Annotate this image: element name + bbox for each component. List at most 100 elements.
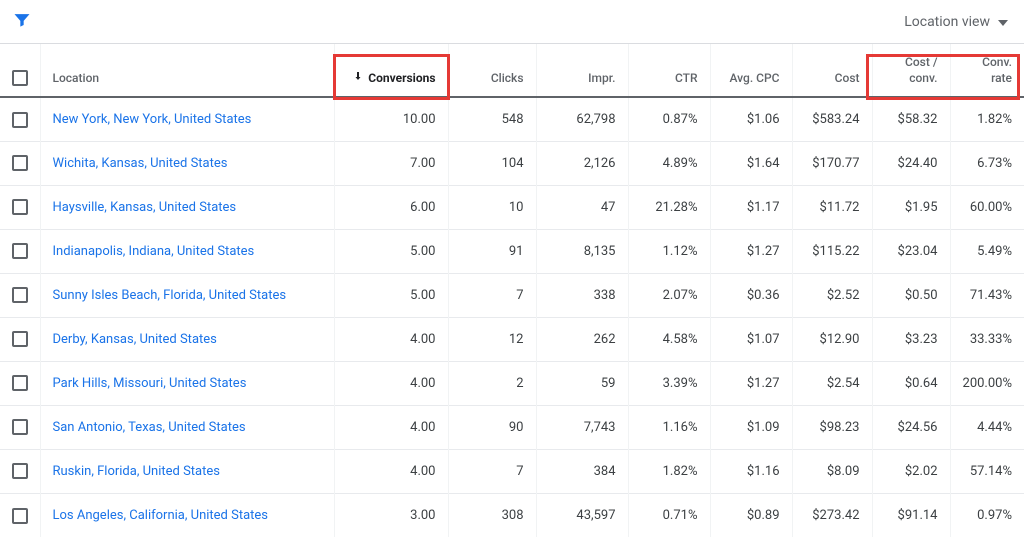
cell-cost-per-conv: $91.14 — [872, 493, 950, 537]
cell-conversions: 5.00 — [334, 229, 448, 273]
cell-ctr: 1.12% — [628, 229, 710, 273]
cell-conv-rate: 5.49% — [950, 229, 1024, 273]
cell-cost: $115.22 — [792, 229, 872, 273]
row-checkbox[interactable] — [12, 375, 28, 391]
location-link[interactable]: Derby, Kansas, United States — [53, 332, 217, 347]
cell-cost: $12.90 — [792, 317, 872, 361]
column-clicks[interactable]: Clicks — [448, 44, 536, 97]
location-link[interactable]: Haysville, Kansas, United States — [53, 200, 237, 215]
row-checkbox[interactable] — [12, 508, 28, 524]
column-conversions[interactable]: Conversions — [334, 44, 448, 97]
column-cost-per-conv[interactable]: Cost / conv. — [872, 44, 950, 97]
cell-ctr: 2.07% — [628, 273, 710, 317]
cell-conv-rate: 60.00% — [950, 185, 1024, 229]
location-link[interactable]: Park Hills, Missouri, United States — [53, 376, 247, 391]
cell-cost: $583.24 — [792, 97, 872, 141]
locations-table: Location Conversions Clicks Impr. CTR Av… — [0, 44, 1024, 537]
cell-avg-cpc: $1.27 — [710, 229, 792, 273]
cell-clicks: 7 — [448, 273, 536, 317]
cell-clicks: 10 — [448, 185, 536, 229]
table-row: Los Angeles, California, United States 3.… — [0, 493, 1024, 537]
row-checkbox[interactable] — [12, 243, 28, 259]
caret-down-icon — [998, 14, 1008, 30]
cell-cost-per-conv: $58.32 — [872, 97, 950, 141]
column-location[interactable]: Location — [40, 44, 334, 97]
view-selector[interactable]: Location view — [904, 14, 1008, 30]
cell-clicks: 308 — [448, 493, 536, 537]
table-row: Park Hills, Missouri, United States4.002… — [0, 361, 1024, 405]
cell-location: Ruskin, Florida, United States — [40, 449, 334, 493]
cell-ctr: 1.16% — [628, 405, 710, 449]
cell-cost-per-conv: $2.02 — [872, 449, 950, 493]
cell-impr: 7,743 — [536, 405, 628, 449]
table-row: Haysville, Kansas, United States6.001047… — [0, 185, 1024, 229]
select-all-checkbox[interactable] — [12, 70, 28, 86]
cell-avg-cpc: $1.09 — [710, 405, 792, 449]
cell-location: New York, New York, United States — [40, 97, 334, 141]
location-link[interactable]: New York, New York, United States — [53, 112, 252, 127]
location-link[interactable]: Sunny Isles Beach, Florida, United State… — [53, 288, 287, 303]
cell-conv-rate: 57.14% — [950, 449, 1024, 493]
cell-impr: 262 — [536, 317, 628, 361]
cell-ctr: 4.89% — [628, 141, 710, 185]
row-select-cell — [0, 97, 40, 141]
cell-impr: 47 — [536, 185, 628, 229]
cell-conversions: 4.00 — [334, 317, 448, 361]
table-row: Indianapolis, Indiana, United States 5.00… — [0, 229, 1024, 273]
cell-avg-cpc: $1.27 — [710, 361, 792, 405]
cell-cost: $2.52 — [792, 273, 872, 317]
cell-clicks: 548 — [448, 97, 536, 141]
cell-location: Derby, Kansas, United States — [40, 317, 334, 361]
cell-clicks: 7 — [448, 449, 536, 493]
cell-avg-cpc: $1.16 — [710, 449, 792, 493]
location-link[interactable]: Ruskin, Florida, United States — [53, 464, 220, 479]
cell-conv-rate: 6.73% — [950, 141, 1024, 185]
row-checkbox[interactable] — [12, 463, 28, 479]
column-cost[interactable]: Cost — [792, 44, 872, 97]
cell-conv-rate: 4.44% — [950, 405, 1024, 449]
cell-location: Park Hills, Missouri, United States — [40, 361, 334, 405]
row-checkbox[interactable] — [12, 155, 28, 171]
cell-avg-cpc: $1.17 — [710, 185, 792, 229]
row-select-cell — [0, 449, 40, 493]
row-select-cell — [0, 361, 40, 405]
row-select-cell — [0, 273, 40, 317]
cell-conversions: 10.00 — [334, 97, 448, 141]
column-impr[interactable]: Impr. — [536, 44, 628, 97]
cell-avg-cpc: $1.64 — [710, 141, 792, 185]
location-link[interactable]: San Antonio, Texas, United States — [53, 420, 246, 435]
cell-ctr: 3.39% — [628, 361, 710, 405]
column-conv-rate[interactable]: Conv. rate — [950, 44, 1024, 97]
cell-cost: $11.72 — [792, 185, 872, 229]
row-checkbox[interactable] — [12, 112, 28, 128]
cell-clicks: 12 — [448, 317, 536, 361]
cell-avg-cpc: $0.89 — [710, 493, 792, 537]
cell-conversions: 5.00 — [334, 273, 448, 317]
row-checkbox[interactable] — [12, 199, 28, 215]
location-link[interactable]: Indianapolis, Indiana, United States — [53, 244, 255, 259]
location-link[interactable]: Los Angeles, California, United States — [53, 508, 269, 523]
cell-ctr: 0.71% — [628, 493, 710, 537]
cell-impr: 62,798 — [536, 97, 628, 141]
cell-location: Indianapolis, Indiana, United States — [40, 229, 334, 273]
location-link[interactable]: Wichita, Kansas, United States — [53, 156, 228, 171]
column-ctr[interactable]: CTR — [628, 44, 710, 97]
table-row: Derby, Kansas, United States4.00122624.5… — [0, 317, 1024, 361]
cell-conversions: 3.00 — [334, 493, 448, 537]
cell-clicks: 90 — [448, 405, 536, 449]
filter-icon[interactable] — [12, 10, 32, 34]
row-checkbox[interactable] — [12, 331, 28, 347]
cell-impr: 8,135 — [536, 229, 628, 273]
row-checkbox[interactable] — [12, 287, 28, 303]
cell-cost-per-conv: $1.95 — [872, 185, 950, 229]
cell-cost-per-conv: $0.64 — [872, 361, 950, 405]
sort-desc-icon — [352, 70, 364, 86]
column-avg-cpc[interactable]: Avg. CPC — [710, 44, 792, 97]
table-row: Ruskin, Florida, United States4.0073841.… — [0, 449, 1024, 493]
cell-impr: 384 — [536, 449, 628, 493]
row-checkbox[interactable] — [12, 419, 28, 435]
cell-impr: 43,597 — [536, 493, 628, 537]
cell-conv-rate: 1.82% — [950, 97, 1024, 141]
cell-cost: $2.54 — [792, 361, 872, 405]
row-select-cell — [0, 141, 40, 185]
